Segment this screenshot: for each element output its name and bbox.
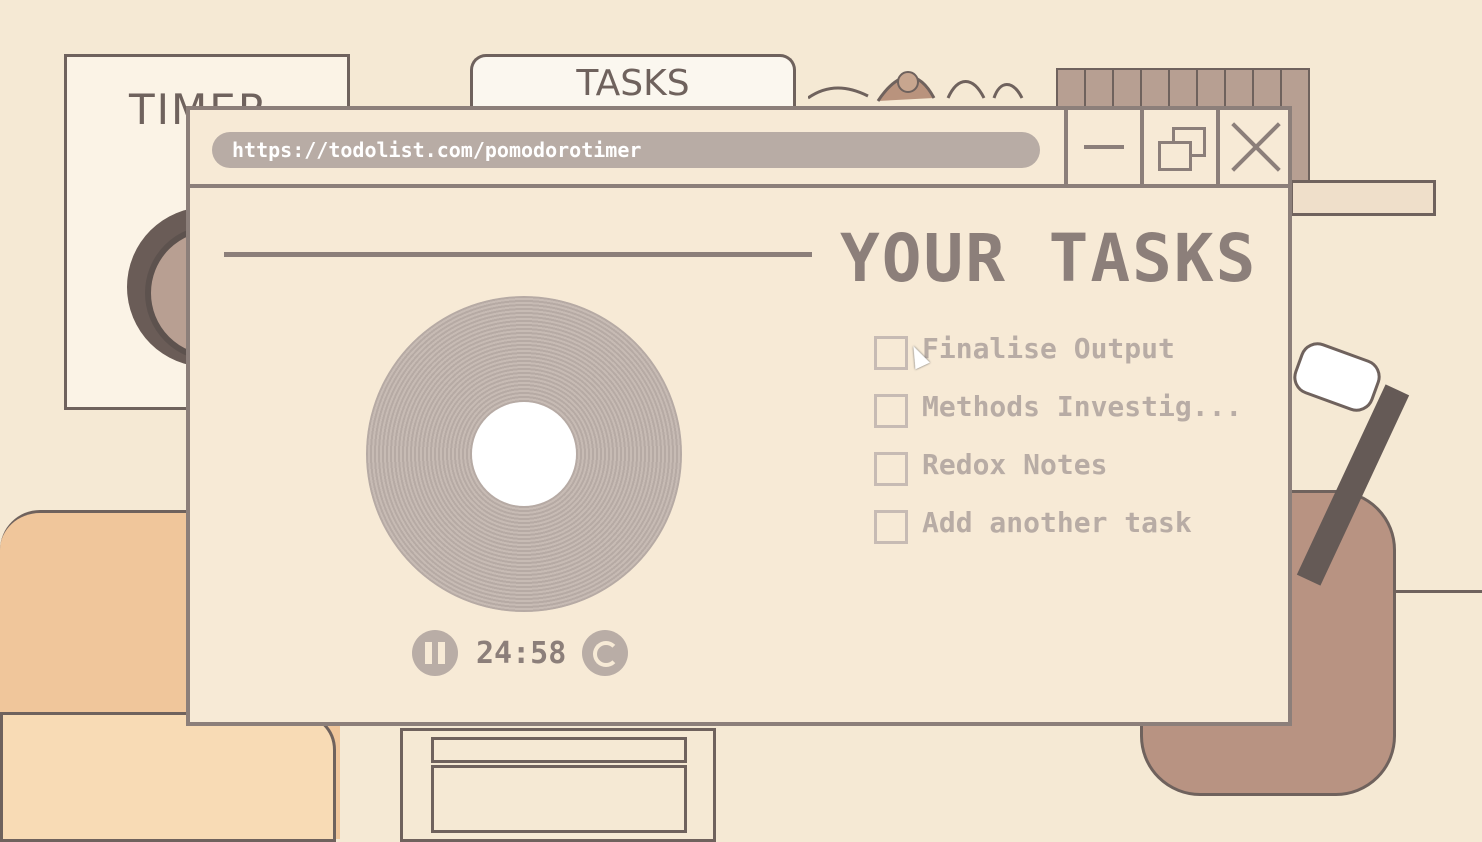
url-text: https://todolist.com/pomodorotimer (232, 138, 642, 162)
lamp-head (1288, 337, 1386, 417)
sofa-arm (0, 712, 336, 842)
timer-progress-ring (366, 296, 682, 612)
pause-button[interactable] (412, 630, 458, 676)
tasks-tab-label: TASKS (576, 63, 690, 104)
cabinet-drawer (431, 765, 687, 833)
header-divider (224, 252, 812, 257)
url-bar[interactable]: https://todolist.com/pomodorotimer (212, 132, 1040, 168)
task-checkbox[interactable] (874, 510, 908, 544)
minimize-icon (1084, 145, 1124, 149)
task-item[interactable]: Finalise Output (874, 332, 1254, 394)
timer-center (472, 402, 576, 506)
cabinet-drawer (431, 737, 687, 763)
task-label: Finalise Output (922, 332, 1175, 365)
task-item[interactable]: Methods Investig... (874, 390, 1254, 452)
task-checkbox[interactable] (874, 336, 908, 370)
close-icon (1227, 118, 1285, 176)
title-bar: https://todolist.com/pomodorotimer (190, 110, 1288, 188)
task-checkbox[interactable] (874, 452, 908, 486)
task-list: Finalise Output Methods Investig... Redo… (874, 332, 1254, 568)
minimize-button[interactable] (1064, 110, 1140, 184)
pause-icon (438, 642, 445, 664)
pomodoro-window: https://todolist.com/pomodorotimer YOUR … (186, 106, 1292, 726)
cabinet (400, 728, 716, 842)
reset-icon (593, 641, 619, 667)
page-title: YOUR TASKS (840, 220, 1258, 297)
timer-display: 24:58 (476, 636, 567, 671)
shelf (1290, 180, 1436, 216)
add-task-item[interactable]: Add another task (874, 506, 1254, 568)
add-task-label: Add another task (922, 506, 1192, 539)
task-label: Redox Notes (922, 448, 1108, 481)
task-checkbox[interactable] (874, 394, 908, 428)
reset-button[interactable] (582, 630, 628, 676)
task-label: Methods Investig... (922, 390, 1243, 423)
close-button[interactable] (1216, 110, 1292, 184)
restore-button[interactable] (1140, 110, 1216, 184)
task-item[interactable]: Redox Notes (874, 448, 1254, 510)
restore-icon (1156, 127, 1206, 171)
plant-decoration (808, 71, 1024, 102)
timer-controls: 24:58 (412, 630, 632, 678)
pause-icon (425, 642, 432, 664)
